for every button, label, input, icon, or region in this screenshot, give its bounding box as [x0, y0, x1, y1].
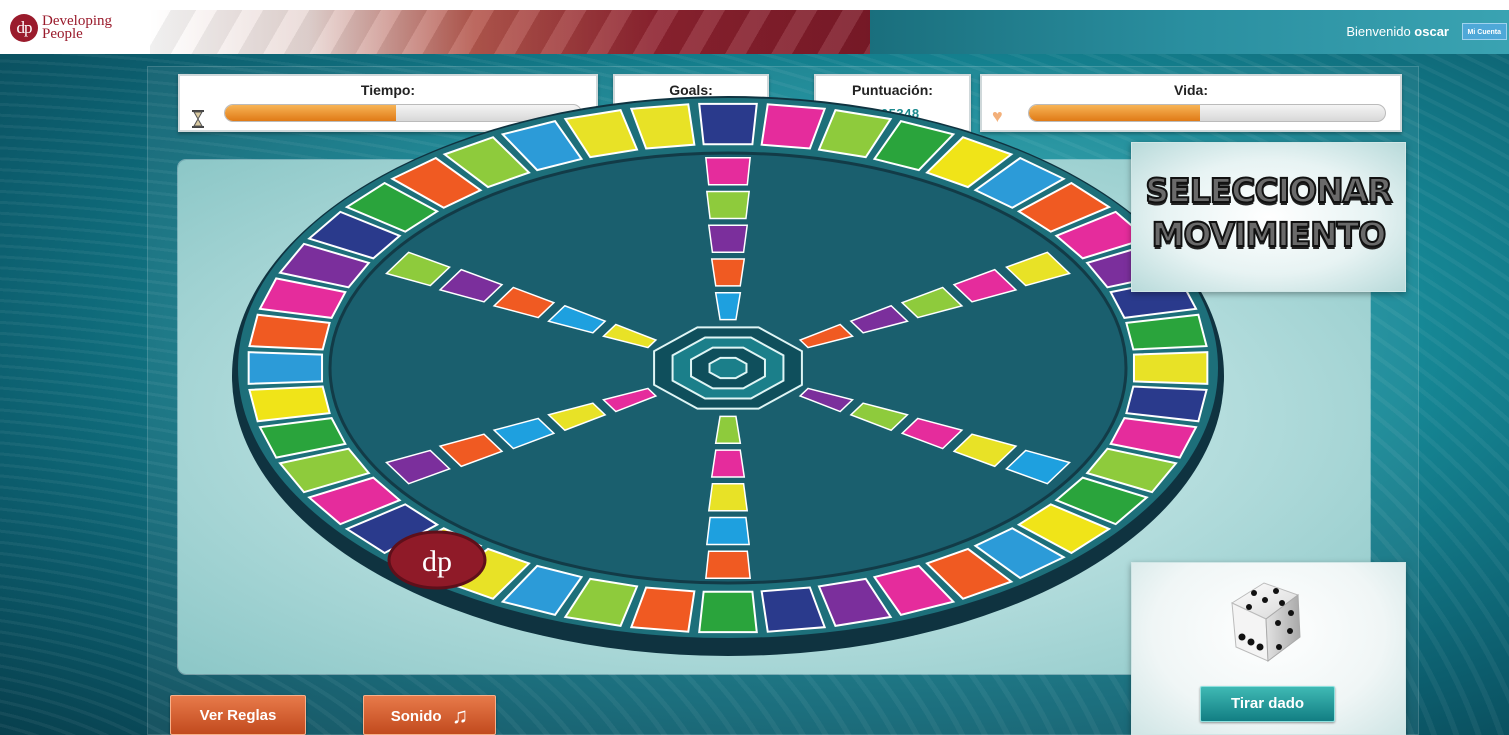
spoke-tile[interactable]: [710, 258, 746, 287]
player-token-mark: dp: [422, 545, 452, 578]
ring-tile[interactable]: [1132, 351, 1209, 385]
spoke-tile[interactable]: [707, 224, 749, 253]
spoke-tile[interactable]: [707, 483, 749, 512]
select-move-line1: SELECCIONAR: [1144, 170, 1393, 211]
ring-tile[interactable]: [247, 351, 324, 385]
ring-tile[interactable]: [698, 102, 758, 146]
spoke-tile[interactable]: [714, 415, 742, 445]
sound-button-label: Sonido: [390, 708, 442, 725]
sound-button[interactable]: Sonido ♫: [363, 695, 496, 735]
dice-icon[interactable]: [1132, 563, 1407, 683]
ring-tile[interactable]: [698, 590, 758, 634]
spoke-tile[interactable]: [710, 449, 746, 478]
roll-dice-button[interactable]: Tirar dado: [1200, 686, 1335, 722]
select-move-line2: MOVIMIENTO: [1151, 214, 1388, 255]
view-rules-button[interactable]: Ver Reglas: [170, 695, 306, 735]
spoke-tile[interactable]: [705, 550, 751, 579]
spoke-tile[interactable]: [714, 291, 742, 321]
music-note-icon: ♫: [451, 703, 469, 728]
spoke-tile[interactable]: [705, 516, 751, 546]
center-hub[interactable]: [708, 356, 748, 380]
spoke-tile[interactable]: [705, 157, 751, 186]
spoke-tile[interactable]: [705, 190, 751, 220]
select-move-card: SELECCIONAR MOVIMIENTO: [1131, 142, 1406, 292]
